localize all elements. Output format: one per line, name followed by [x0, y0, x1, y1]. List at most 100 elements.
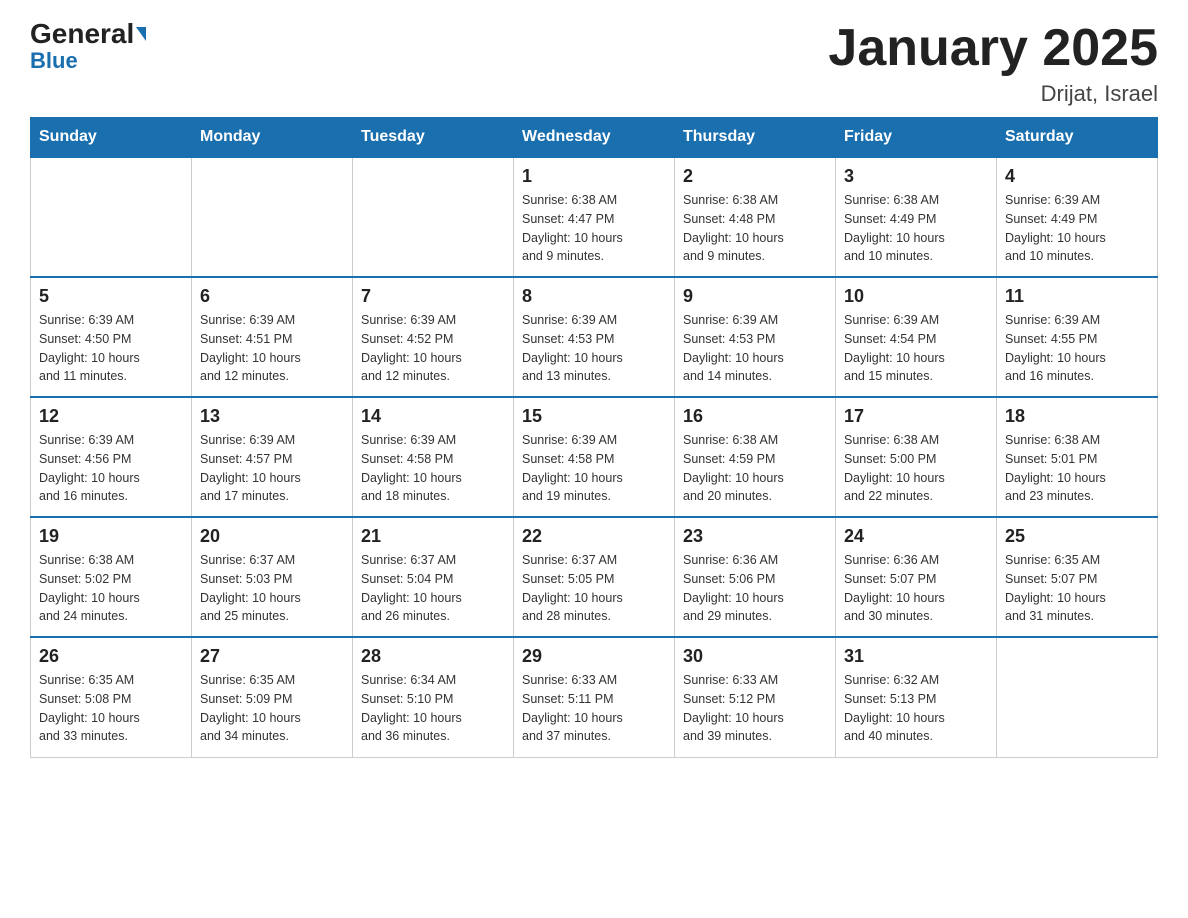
- calendar-cell: 30 Sunrise: 6:33 AM Sunset: 5:12 PM Dayli…: [675, 637, 836, 757]
- calendar-cell: 2Sunrise: 6:38 AM Sunset: 4:48 PM Daylig…: [675, 157, 836, 277]
- day-number: 7: [361, 286, 505, 307]
- calendar-cell: 14Sunrise: 6:39 AM Sunset: 4:58 PM Dayli…: [353, 397, 514, 517]
- day-number: 11: [1005, 286, 1149, 307]
- day-info: Sunrise: 6:35 AM Sunset: 5:07 PM Dayligh…: [1005, 551, 1149, 626]
- day-number: 22: [522, 526, 666, 547]
- day-info: Sunrise: 6:38 AM Sunset: 5:02 PM Dayligh…: [39, 551, 183, 626]
- day-info: Sunrise: 6:38 AM Sunset: 4:59 PM Dayligh…: [683, 431, 827, 506]
- day-info: Sunrise: 6:35 AM Sunset: 5:08 PM Dayligh…: [39, 671, 183, 746]
- day-info: Sunrise: 6:32 AM Sunset: 5:13 PM Dayligh…: [844, 671, 988, 746]
- day-number: 19: [39, 526, 183, 547]
- day-info: Sunrise: 6:38 AM Sunset: 4:47 PM Dayligh…: [522, 191, 666, 266]
- day-info: Sunrise: 6:39 AM Sunset: 4:57 PM Dayligh…: [200, 431, 344, 506]
- day-info: Sunrise: 6:39 AM Sunset: 4:58 PM Dayligh…: [361, 431, 505, 506]
- calendar-cell: 7Sunrise: 6:39 AM Sunset: 4:52 PM Daylig…: [353, 277, 514, 397]
- calendar-table: SundayMondayTuesdayWednesdayThursdayFrid…: [30, 117, 1158, 758]
- calendar-header-row: SundayMondayTuesdayWednesdayThursdayFrid…: [31, 118, 1158, 158]
- day-number: 1: [522, 166, 666, 187]
- calendar-cell: 15 Sunrise: 6:39 AM Sunset: 4:58 PM Dayli…: [514, 397, 675, 517]
- main-title: January 2025: [828, 20, 1158, 77]
- logo-general-text: General: [30, 20, 134, 48]
- day-number: 25: [1005, 526, 1149, 547]
- day-number: 8: [522, 286, 666, 307]
- page-header: General Blue January 2025 Drijat, Israel: [30, 20, 1158, 107]
- day-info: Sunrise: 6:33 AM Sunset: 5:12 PM Dayligh…: [683, 671, 827, 746]
- day-number: 10: [844, 286, 988, 307]
- day-info: Sunrise: 6:37 AM Sunset: 5:05 PM Dayligh…: [522, 551, 666, 626]
- calendar-cell: 10 Sunrise: 6:39 AM Sunset: 4:54 PM Dayli…: [836, 277, 997, 397]
- day-info: Sunrise: 6:34 AM Sunset: 5:10 PM Dayligh…: [361, 671, 505, 746]
- logo-blue-text: Blue: [30, 48, 78, 73]
- calendar-cell: 9Sunrise: 6:39 AM Sunset: 4:53 PM Daylig…: [675, 277, 836, 397]
- calendar-cell: 12Sunrise: 6:39 AM Sunset: 4:56 PM Dayli…: [31, 397, 192, 517]
- day-number: 26: [39, 646, 183, 667]
- day-info: Sunrise: 6:36 AM Sunset: 5:06 PM Dayligh…: [683, 551, 827, 626]
- calendar-body: 1 Sunrise: 6:38 AM Sunset: 4:47 PM Daylig…: [31, 157, 1158, 757]
- day-info: Sunrise: 6:39 AM Sunset: 4:53 PM Dayligh…: [683, 311, 827, 386]
- day-info: Sunrise: 6:39 AM Sunset: 4:50 PM Dayligh…: [39, 311, 183, 386]
- calendar-day-header: Thursday: [675, 118, 836, 158]
- calendar-cell: 24 Sunrise: 6:36 AM Sunset: 5:07 PM Dayli…: [836, 517, 997, 637]
- calendar-cell: 19 Sunrise: 6:38 AM Sunset: 5:02 PM Dayli…: [31, 517, 192, 637]
- calendar-cell: 5Sunrise: 6:39 AM Sunset: 4:50 PM Daylig…: [31, 277, 192, 397]
- calendar-cell: 22 Sunrise: 6:37 AM Sunset: 5:05 PM Dayli…: [514, 517, 675, 637]
- day-number: 4: [1005, 166, 1149, 187]
- calendar-cell: 6Sunrise: 6:39 AM Sunset: 4:51 PM Daylig…: [192, 277, 353, 397]
- calendar-cell: 8 Sunrise: 6:39 AM Sunset: 4:53 PM Daylig…: [514, 277, 675, 397]
- day-info: Sunrise: 6:36 AM Sunset: 5:07 PM Dayligh…: [844, 551, 988, 626]
- calendar-day-header: Wednesday: [514, 118, 675, 158]
- calendar-cell: 23Sunrise: 6:36 AM Sunset: 5:06 PM Dayli…: [675, 517, 836, 637]
- calendar-week-row: 1 Sunrise: 6:38 AM Sunset: 4:47 PM Daylig…: [31, 157, 1158, 277]
- day-number: 20: [200, 526, 344, 547]
- calendar-week-row: 26 Sunrise: 6:35 AM Sunset: 5:08 PM Dayli…: [31, 637, 1158, 757]
- day-number: 31: [844, 646, 988, 667]
- logo-arrow-icon: [136, 27, 146, 41]
- day-info: Sunrise: 6:39 AM Sunset: 4:58 PM Dayligh…: [522, 431, 666, 506]
- day-info: Sunrise: 6:39 AM Sunset: 4:54 PM Dayligh…: [844, 311, 988, 386]
- calendar-cell: [192, 157, 353, 277]
- day-info: Sunrise: 6:33 AM Sunset: 5:11 PM Dayligh…: [522, 671, 666, 746]
- calendar-cell: 31 Sunrise: 6:32 AM Sunset: 5:13 PM Dayli…: [836, 637, 997, 757]
- calendar-cell: 26 Sunrise: 6:35 AM Sunset: 5:08 PM Dayli…: [31, 637, 192, 757]
- day-number: 15: [522, 406, 666, 427]
- day-number: 29: [522, 646, 666, 667]
- day-info: Sunrise: 6:38 AM Sunset: 5:01 PM Dayligh…: [1005, 431, 1149, 506]
- day-info: Sunrise: 6:35 AM Sunset: 5:09 PM Dayligh…: [200, 671, 344, 746]
- subtitle: Drijat, Israel: [828, 81, 1158, 107]
- calendar-week-row: 5Sunrise: 6:39 AM Sunset: 4:50 PM Daylig…: [31, 277, 1158, 397]
- day-number: 28: [361, 646, 505, 667]
- day-info: Sunrise: 6:39 AM Sunset: 4:53 PM Dayligh…: [522, 311, 666, 386]
- calendar-day-header: Friday: [836, 118, 997, 158]
- calendar-cell: 3 Sunrise: 6:38 AM Sunset: 4:49 PM Daylig…: [836, 157, 997, 277]
- calendar-day-header: Tuesday: [353, 118, 514, 158]
- calendar-cell: [353, 157, 514, 277]
- calendar-cell: 27Sunrise: 6:35 AM Sunset: 5:09 PM Dayli…: [192, 637, 353, 757]
- calendar-week-row: 12Sunrise: 6:39 AM Sunset: 4:56 PM Dayli…: [31, 397, 1158, 517]
- day-info: Sunrise: 6:38 AM Sunset: 4:49 PM Dayligh…: [844, 191, 988, 266]
- calendar-cell: 20Sunrise: 6:37 AM Sunset: 5:03 PM Dayli…: [192, 517, 353, 637]
- day-info: Sunrise: 6:37 AM Sunset: 5:04 PM Dayligh…: [361, 551, 505, 626]
- day-number: 24: [844, 526, 988, 547]
- calendar-cell: 28 Sunrise: 6:34 AM Sunset: 5:10 PM Dayli…: [353, 637, 514, 757]
- day-number: 16: [683, 406, 827, 427]
- day-info: Sunrise: 6:39 AM Sunset: 4:55 PM Dayligh…: [1005, 311, 1149, 386]
- calendar-cell: 4 Sunrise: 6:39 AM Sunset: 4:49 PM Daylig…: [997, 157, 1158, 277]
- calendar-day-header: Sunday: [31, 118, 192, 158]
- calendar-cell: 1 Sunrise: 6:38 AM Sunset: 4:47 PM Daylig…: [514, 157, 675, 277]
- calendar-header: SundayMondayTuesdayWednesdayThursdayFrid…: [31, 118, 1158, 158]
- calendar-cell: 16 Sunrise: 6:38 AM Sunset: 4:59 PM Dayli…: [675, 397, 836, 517]
- day-number: 3: [844, 166, 988, 187]
- day-number: 12: [39, 406, 183, 427]
- day-number: 18: [1005, 406, 1149, 427]
- calendar-day-header: Monday: [192, 118, 353, 158]
- day-number: 30: [683, 646, 827, 667]
- day-number: 13: [200, 406, 344, 427]
- calendar-cell: [997, 637, 1158, 757]
- calendar-week-row: 19 Sunrise: 6:38 AM Sunset: 5:02 PM Dayli…: [31, 517, 1158, 637]
- calendar-cell: 18 Sunrise: 6:38 AM Sunset: 5:01 PM Dayli…: [997, 397, 1158, 517]
- calendar-cell: [31, 157, 192, 277]
- day-number: 17: [844, 406, 988, 427]
- day-info: Sunrise: 6:38 AM Sunset: 4:48 PM Dayligh…: [683, 191, 827, 266]
- calendar-cell: 21Sunrise: 6:37 AM Sunset: 5:04 PM Dayli…: [353, 517, 514, 637]
- day-info: Sunrise: 6:39 AM Sunset: 4:49 PM Dayligh…: [1005, 191, 1149, 266]
